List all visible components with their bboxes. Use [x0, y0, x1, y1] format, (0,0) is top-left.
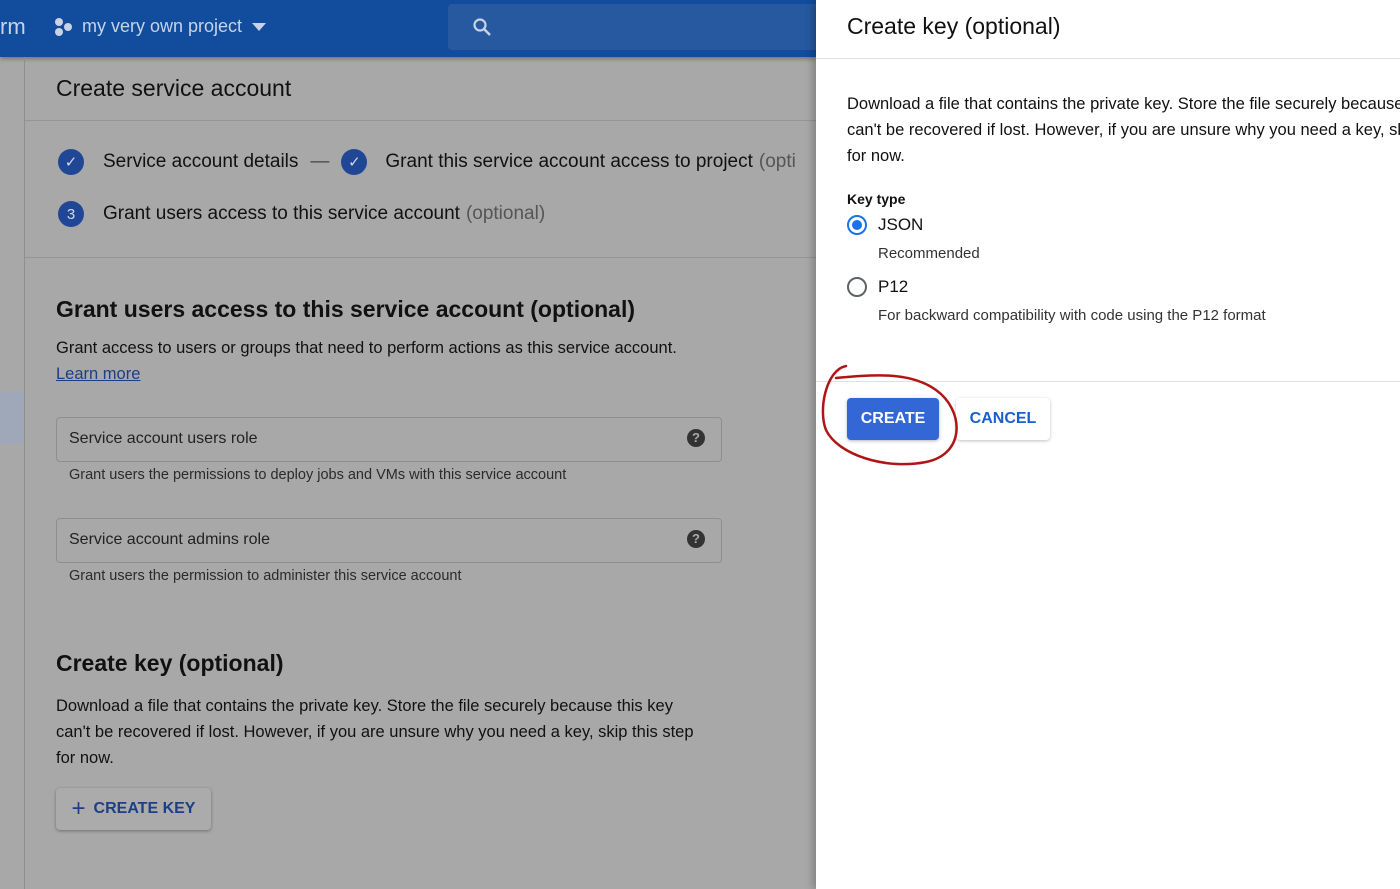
search-icon: [473, 18, 491, 36]
project-selector[interactable]: my very own project: [54, 16, 268, 37]
radio-json[interactable]: JSON: [847, 215, 923, 235]
chevron-down-icon: [252, 22, 267, 31]
section-description: Grant access to users or groups that nee…: [56, 339, 677, 357]
help-icon[interactable]: ?: [687, 530, 705, 548]
plus-icon: +: [71, 795, 86, 822]
step-3-suffix: (optional): [465, 203, 546, 224]
users-role-field[interactable]: Service account users role?: [56, 417, 722, 462]
create-key-button[interactable]: + CREATE KEY: [56, 788, 211, 830]
stepper: ✓ Service account details — ✓ Grant this…: [58, 149, 796, 175]
stepper-row-2: 3 Grant users access to this service acc…: [58, 201, 545, 227]
button-label: CREATE KEY: [93, 800, 196, 817]
project-name: my very own project: [82, 16, 243, 36]
step-2-suffix: (opti: [758, 151, 796, 172]
option-description: For backward compatibility with code usi…: [878, 307, 1266, 324]
field-hint: Grant users the permissions to deploy jo…: [69, 467, 567, 483]
project-icon: [55, 17, 72, 36]
text-line: can't be recovered if lost. However, if …: [847, 121, 1400, 139]
radio-unselected-icon[interactable]: [847, 277, 867, 297]
sidebar-selected-item[interactable]: [0, 392, 24, 444]
field-label: Service account admins role: [69, 531, 270, 548]
section-title: Grant users access to this service accou…: [56, 296, 636, 322]
check-icon: ✓: [341, 149, 368, 175]
option-description: Recommended: [878, 245, 980, 262]
brand-name: rm: [0, 14, 26, 39]
admins-role-field[interactable]: Service account admins role?: [56, 518, 722, 563]
radio-label: P12: [878, 277, 909, 296]
radio-p12[interactable]: P12: [847, 277, 908, 297]
create-key-title: Create key (optional): [56, 650, 284, 676]
key-type-label: Key type: [847, 191, 906, 207]
annotation-circle: [821, 364, 958, 466]
divider: [816, 58, 1400, 59]
create-key-description: Download a file that contains the privat…: [56, 693, 694, 771]
create-key-panel: Create key (optional) Download a file th…: [816, 0, 1400, 889]
radio-selected-icon[interactable]: [847, 215, 867, 235]
text-line: Download a file that contains the privat…: [847, 95, 1400, 113]
text-line: Download a file that contains the privat…: [56, 697, 673, 715]
top-bar: rm my very own project: [0, 0, 828, 57]
page-title: Create service account: [56, 75, 292, 101]
step-2-label: Grant this service account access to pro…: [385, 151, 753, 172]
divider: [25, 257, 816, 258]
text-line: for now.: [847, 147, 905, 165]
search-input[interactable]: [448, 4, 828, 50]
divider: [25, 120, 816, 121]
panel-description: Download a file that contains the privat…: [847, 91, 1400, 169]
step-number-badge: 3: [58, 201, 84, 227]
panel-title: Create key (optional): [847, 13, 1061, 39]
step-1-label: Service account details: [103, 151, 299, 172]
step-3-label: Grant users access to this service accou…: [103, 203, 460, 224]
sidebar-divider: [24, 57, 25, 889]
radio-label: JSON: [878, 215, 924, 234]
text-line: for now.: [56, 749, 114, 767]
check-icon: ✓: [58, 149, 84, 175]
text-line: can't be recovered if lost. However, if …: [56, 723, 694, 741]
help-icon[interactable]: ?: [687, 429, 705, 447]
learn-more-link[interactable]: Learn more: [56, 365, 140, 384]
field-hint: Grant users the permission to administer…: [69, 568, 462, 584]
field-label: Service account users role: [69, 430, 258, 447]
